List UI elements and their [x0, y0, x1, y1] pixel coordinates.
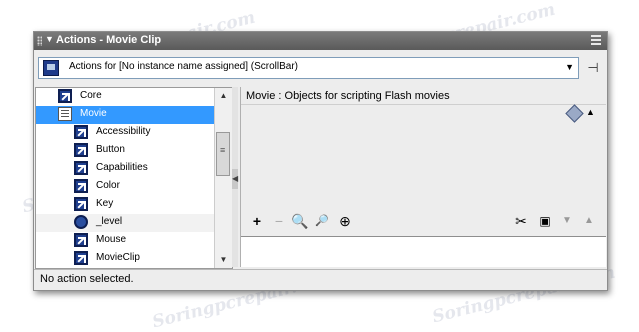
collapse-left-icon[interactable]: ◀	[232, 169, 238, 189]
book-arrow-icon	[74, 143, 88, 157]
scroll-down-icon[interactable]: ▼	[215, 252, 232, 268]
panel-menu-icon[interactable]	[591, 35, 601, 45]
status-bar: No action selected.	[34, 269, 607, 290]
insert-target-path-icon[interactable]: ⊕	[337, 213, 353, 229]
toolbox-item[interactable]: Key	[36, 196, 214, 214]
document-icon	[58, 107, 72, 121]
reference-book-icon[interactable]	[565, 104, 584, 123]
toolbox-item-label: Core	[80, 90, 102, 101]
move-down-icon[interactable]: ▼	[559, 213, 575, 229]
add-action-icon[interactable]: +	[249, 213, 265, 229]
book-arrow-icon	[58, 89, 72, 103]
toolbox-item-label: Key	[96, 198, 114, 209]
toolbox-item-label: Color	[96, 180, 120, 191]
toolbox-item[interactable]: Core	[36, 88, 214, 106]
toolbox-item-label: MovieClip	[96, 252, 140, 263]
debug-options-icon[interactable]: ✂	[513, 213, 529, 229]
book-arrow-icon	[74, 125, 88, 139]
toolbox-item-label: Capabilities	[96, 162, 148, 173]
book-arrow-icon	[74, 179, 88, 193]
action-toolbar: + − 🔍 🔎 ⊕ ✂ ▣ ▼ ▲	[241, 213, 606, 233]
move-up-icon[interactable]: ▲	[581, 213, 597, 229]
toolbox-item[interactable]: Color	[36, 178, 214, 196]
circle-arrow-icon	[74, 215, 88, 229]
toolbox-item-label: Button	[96, 144, 125, 155]
actions-panel: ▼ Actions - Movie Clip Actions for [No i…	[33, 31, 608, 291]
script-target-label: Actions for [No instance name assigned] …	[69, 61, 298, 72]
find-icon[interactable]: 🔍	[291, 213, 308, 229]
drag-grip-icon[interactable]	[37, 36, 42, 46]
toolbox-item[interactable]: Button	[36, 142, 214, 160]
book-arrow-icon	[74, 251, 88, 265]
replace-icon[interactable]: 🔎	[314, 213, 330, 229]
script-editor[interactable]	[241, 236, 606, 267]
pin-script-icon[interactable]: ⊣	[585, 60, 601, 76]
pane-splitter[interactable]: ◀	[232, 87, 238, 267]
movieclip-icon	[43, 60, 59, 76]
toolbox-item-label: _level	[96, 216, 123, 227]
toolbox-item-label: Mouse	[96, 234, 127, 245]
toolbox-item[interactable]: Mouse	[36, 232, 214, 250]
panel-title-bar[interactable]: ▼ Actions - Movie Clip	[34, 32, 607, 50]
toolbox-item-label: Accessibility	[96, 126, 151, 137]
toolbox-item-label: Movie	[80, 108, 107, 119]
toolbox-scrollbar[interactable]: ▲ ▼	[214, 88, 232, 268]
toolbox-item[interactable]: Accessibility	[36, 124, 214, 142]
toolbox-item[interactable]: Movie	[36, 106, 214, 124]
chevron-up-icon[interactable]: ▲	[586, 107, 595, 117]
reference-pane: Movie : Objects for scripting Flash movi…	[240, 87, 606, 267]
scroll-thumb[interactable]	[216, 132, 230, 176]
actions-toolbox: Core Movie Accessibility Button Capabilities…	[35, 87, 233, 269]
toolbox-item[interactable]: MovieClip	[36, 250, 214, 268]
toolbox-item[interactable]: Capabilities	[36, 160, 214, 178]
reference-header: Movie : Objects for scripting Flash movi…	[241, 88, 606, 105]
status-text: No action selected.	[40, 273, 134, 285]
book-arrow-icon	[74, 233, 88, 247]
view-options-icon[interactable]: ▣	[537, 213, 553, 229]
script-target-dropdown[interactable]: Actions for [No instance name assigned] …	[38, 57, 579, 79]
remove-action-icon[interactable]: −	[271, 213, 287, 229]
chevron-down-icon[interactable]: ▼	[565, 62, 574, 72]
scroll-up-icon[interactable]: ▲	[215, 88, 232, 104]
toolbox-item[interactable]: _level	[36, 214, 214, 232]
collapse-arrow-icon[interactable]: ▼	[45, 34, 54, 44]
reference-title: Movie : Objects for scripting Flash movi…	[246, 90, 450, 102]
panel-title: Actions - Movie Clip	[56, 34, 162, 46]
book-arrow-icon	[74, 197, 88, 211]
book-arrow-icon	[74, 161, 88, 175]
